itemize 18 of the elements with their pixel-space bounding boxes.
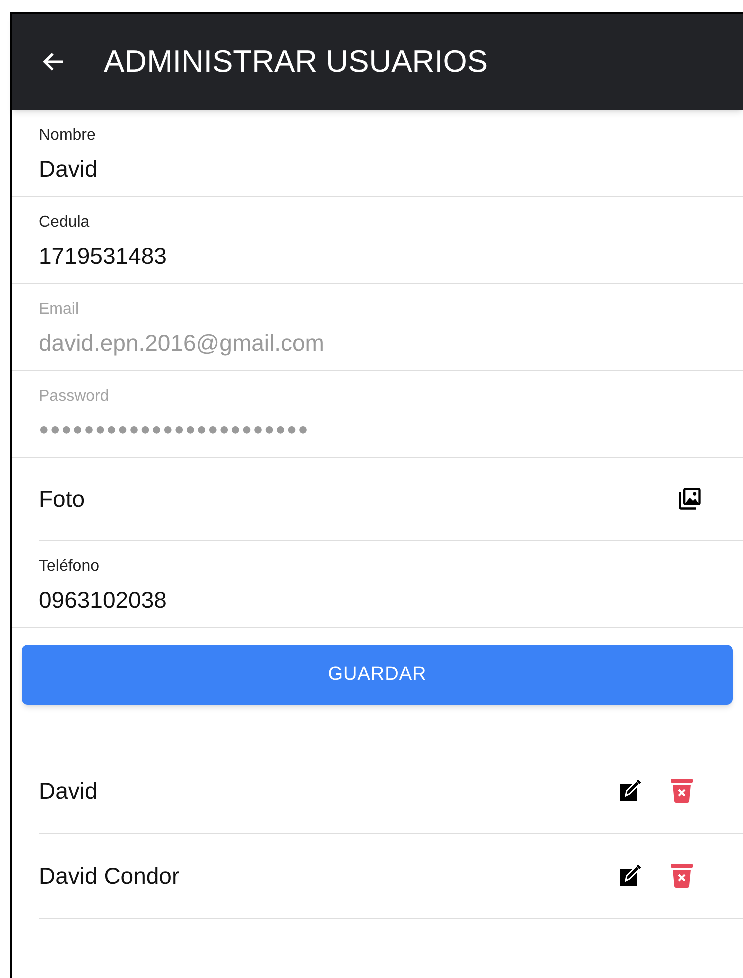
field-label: Cedula [39,213,91,233]
page-title: ADMINISTRAR USUARIOS [104,42,488,81]
field-label: Teléfono [39,557,100,577]
edit-icon[interactable] [620,779,642,803]
input-field[interactable]: 1719531483 [39,241,743,271]
user-name[interactable]: David [39,774,620,808]
image-icon[interactable] [677,486,703,512]
field-label: Password [39,387,110,407]
edit-icon[interactable] [620,864,642,888]
input-field[interactable]: 0963102038 [39,585,743,615]
delete-icon[interactable] [671,864,693,888]
user-name[interactable]: David Condor [39,858,620,894]
save-button[interactable]: GUARDAR [22,645,733,705]
field-label: Nombre [39,126,97,146]
field-label: Foto [39,484,86,514]
input-field[interactable]: David [39,154,743,184]
field-label: Email [39,300,80,320]
delete-icon[interactable] [671,779,693,803]
